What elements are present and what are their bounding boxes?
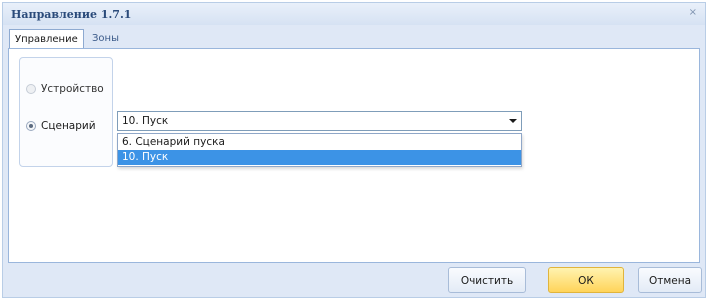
dialog-title: Направление 1.7.1 [11, 8, 132, 21]
scenario-select-value: 10. Пуск [122, 115, 169, 127]
chevron-down-icon[interactable] [509, 119, 517, 123]
radio-device-button[interactable] [26, 84, 36, 94]
radio-device[interactable]: Устройство [26, 82, 104, 96]
radio-scenario-label: Сценарий [41, 120, 96, 132]
close-icon[interactable]: × [689, 7, 697, 18]
tab-zones[interactable]: Зоны [87, 29, 124, 48]
dropdown-option[interactable]: 6. Сценарий пуска [118, 135, 521, 150]
cancel-button[interactable]: Отмена [638, 267, 702, 293]
ok-button[interactable]: ОК [548, 267, 624, 293]
title-bar: Направление 1.7.1 × [3, 3, 705, 25]
control-panel: Устройство Сценарий 10. Пуск 6. Сценарий… [8, 48, 700, 263]
radio-scenario-button[interactable] [26, 121, 36, 131]
dropdown-option-selected[interactable]: 10. Пуск [118, 150, 521, 165]
scenario-dropdown-list: 6. Сценарий пуска 10. Пуск [117, 133, 522, 167]
footer-bar: Очистить ОК Отмена [8, 265, 702, 295]
radio-device-label: Устройство [41, 83, 104, 95]
clear-button[interactable]: Очистить [448, 267, 526, 293]
dialog-window: Направление 1.7.1 × Управление Зоны Устр… [2, 2, 706, 298]
tab-control[interactable]: Управление [9, 29, 84, 50]
radio-scenario[interactable]: Сценарий [26, 119, 96, 133]
scenario-select[interactable]: 10. Пуск [117, 111, 522, 131]
radio-group: Устройство Сценарий [19, 57, 113, 167]
